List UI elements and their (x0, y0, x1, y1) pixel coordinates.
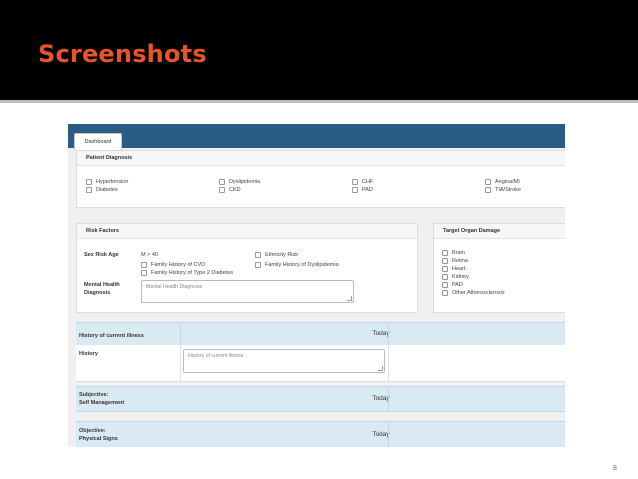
patient-diagnosis-panel: Patient Diagnosis Hypertension Diabetes … (76, 150, 565, 208)
top-navbar: Dashboard (68, 124, 565, 150)
objective-label-line1: Objective: (79, 428, 106, 434)
mental-health-label: Mental Health Diagnosis (84, 282, 120, 296)
column-divider (180, 345, 181, 381)
patient-diagnosis-title: Patient Diagnosis (77, 151, 565, 166)
checkbox-chf[interactable]: CHF (352, 179, 373, 185)
checkbox-icon (86, 187, 92, 193)
checkbox-family-history-t2d[interactable]: Family History of Type 2 Diabetes (141, 270, 233, 276)
target-organ-damage-title: Target Organ Damage (434, 224, 565, 239)
checkbox-icon (255, 262, 261, 268)
checkbox-family-history-dyslipidemia[interactable]: Family History of Dyslipidemia (255, 262, 339, 268)
history-row-label: History (79, 351, 98, 357)
checkbox-angina-mi[interactable]: Angina/MI (485, 179, 520, 185)
history-row: History History of current illness (76, 345, 565, 382)
history-section-label: History of current illness (79, 333, 144, 339)
checkbox-icon (442, 258, 448, 264)
checkbox-other-atherosclerosis[interactable]: Other Atherosclerosis (442, 290, 505, 296)
objective-section-header: Objective: Physical Signs Today (76, 421, 565, 447)
checkbox-hypertension[interactable]: Hypertension (86, 179, 128, 185)
checkbox-tia-stroke[interactable]: TIA/Stroke (485, 187, 521, 193)
slide-title: Screenshots (38, 40, 207, 68)
tab-dashboard[interactable]: Dashboard (74, 133, 122, 150)
resize-grip-icon[interactable] (378, 366, 383, 371)
checkbox-icon (86, 179, 92, 185)
sex-risk-age-value: M > 40 (141, 252, 158, 258)
subjective-today-column: Today (372, 395, 390, 402)
checkbox-ethnicity-risk[interactable]: Ethnicity Risk (255, 252, 298, 258)
checkbox-diabetes[interactable]: Diabetes (86, 187, 118, 193)
checkbox-icon (442, 266, 448, 272)
subjective-label-line1: Subjective: (79, 392, 109, 398)
checkbox-dyslipidemia[interactable]: Dyslipidemia (219, 179, 260, 185)
column-divider (388, 345, 389, 381)
column-divider (388, 323, 389, 345)
history-placeholder: History of current illness (188, 353, 244, 359)
checkbox-icon (442, 274, 448, 280)
checkbox-heart[interactable]: Heart (442, 266, 465, 272)
objective-today-column: Today (372, 431, 390, 438)
risk-factors-panel: Risk Factors Sex Risk Age M > 40 Family … (76, 223, 418, 313)
subjective-section-header: Subjective: Self Management Today (76, 386, 565, 412)
checkbox-pad[interactable]: PAD (352, 187, 373, 193)
checkbox-icon (255, 252, 261, 258)
history-input[interactable]: History of current illness (183, 349, 385, 373)
checkbox-icon (141, 270, 147, 276)
checkbox-icon (352, 179, 358, 185)
checkbox-icon (141, 262, 147, 268)
page-number: 8 (613, 465, 617, 472)
column-divider (388, 422, 389, 447)
checkbox-family-history-cvd[interactable]: Family History of CVD (141, 262, 205, 268)
checkbox-icon (442, 282, 448, 288)
checkbox-icon (219, 179, 225, 185)
checkbox-icon (485, 179, 491, 185)
resize-grip-icon[interactable] (347, 296, 352, 301)
checkbox-icon (442, 290, 448, 296)
history-today-column: Today (372, 330, 390, 337)
column-divider (388, 387, 389, 411)
checkbox-icon (485, 187, 491, 193)
slide-divider (0, 100, 638, 103)
risk-factors-title: Risk Factors (77, 224, 417, 239)
checkbox-ckd[interactable]: CKD (219, 187, 241, 193)
checkbox-icon (219, 187, 225, 193)
history-section-header: History of current illness Today (76, 322, 565, 346)
checkbox-pad-organ[interactable]: PAD (442, 282, 463, 288)
subjective-label-line2: Self Management (79, 400, 125, 406)
mental-health-placeholder: Mental Health Diagnosis (146, 284, 203, 290)
checkbox-retina[interactable]: Retina (442, 258, 468, 264)
app-screenshot: Dashboard Patient Diagnosis Hypertension… (68, 124, 565, 447)
objective-label-line2: Physical Signs (79, 436, 118, 442)
checkbox-kidney[interactable]: Kidney (442, 274, 469, 280)
checkbox-brain[interactable]: Brain (442, 250, 465, 256)
mental-health-input[interactable]: Mental Health Diagnosis (141, 280, 354, 303)
sex-risk-age-label: Sex Risk Age (84, 252, 119, 258)
column-divider (180, 323, 181, 345)
checkbox-icon (442, 250, 448, 256)
checkbox-icon (352, 187, 358, 193)
target-organ-damage-panel: Target Organ Damage Brain Retina Heart K… (433, 223, 565, 313)
